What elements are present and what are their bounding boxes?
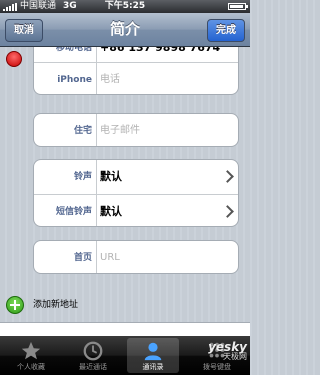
watermark-logo: yesky 天极网 (208, 340, 247, 361)
delete-field-icon[interactable] (6, 51, 22, 67)
field-label: 移动电话 (55, 47, 92, 53)
tab-contacts[interactable]: 通讯录 (127, 338, 179, 373)
field-label: 住宅 (73, 126, 92, 136)
field-label: 铃声 (73, 172, 92, 182)
url-input[interactable]: URL (100, 241, 120, 273)
field-row-email[interactable]: 住宅 电子邮件 (34, 114, 238, 146)
tab-label: 最近通话 (79, 363, 107, 371)
tab-label: 个人收藏 (17, 363, 45, 371)
sms-ringtone-value: 默认 (100, 205, 122, 218)
url-group: 首页 URL (33, 240, 239, 274)
add-address-row[interactable]: 添加新地址 (0, 290, 250, 320)
field-row-mobile[interactable]: 移动电话 +86 137 9898 7674 (34, 47, 238, 62)
chevron-right-icon (221, 170, 234, 183)
field-label: 短信铃声 (55, 207, 92, 217)
contacts-icon (144, 342, 162, 361)
add-address-label: 添加新地址 (33, 300, 79, 310)
email-input[interactable]: 电子邮件 (100, 114, 140, 146)
field-row-ringtone[interactable]: 铃声 默认 (34, 160, 238, 194)
phone-input[interactable]: 电话 (100, 63, 120, 94)
watermark-brand: yesky (208, 340, 247, 354)
field-row-homepage[interactable]: 首页 URL (34, 241, 238, 273)
contact-edit-form[interactable]: 移动电话 +86 137 9898 7674 iPhone 电话 住宅 电子邮件… (0, 47, 250, 336)
done-button[interactable]: 完成 (207, 19, 245, 42)
field-label: 首页 (73, 253, 92, 263)
ringtone-group: 铃声 默认 短信铃声 默认 (33, 159, 239, 227)
field-value[interactable]: +86 137 9898 7674 (100, 47, 220, 62)
field-row-iphone[interactable]: iPhone 电话 (34, 62, 238, 94)
field-row-sms-ringtone[interactable]: 短信铃声 默认 (34, 194, 238, 226)
battery-icon (228, 3, 248, 10)
chevron-right-icon (221, 205, 234, 218)
navigation-bar: 取消 简介 完成 (0, 13, 250, 47)
phone-group: 移动电话 +86 137 9898 7674 iPhone 电话 (33, 47, 239, 95)
tab-recents[interactable]: 最近通话 (67, 338, 119, 373)
field-label: iPhone (57, 75, 92, 85)
star-icon (21, 341, 41, 360)
ringtone-value: 默认 (100, 170, 122, 183)
tab-favorites[interactable]: 个人收藏 (5, 338, 57, 373)
clock-icon (83, 341, 103, 361)
tab-label: 通讯录 (142, 363, 164, 371)
status-bar: 中国联通 3G 下午5:25 (0, 0, 250, 13)
email-group: 住宅 电子邮件 (33, 113, 239, 147)
next-group (0, 322, 250, 336)
status-time: 下午5:25 (104, 1, 146, 11)
tab-label: 拨号键盘 (203, 363, 231, 371)
add-icon[interactable] (6, 296, 24, 314)
